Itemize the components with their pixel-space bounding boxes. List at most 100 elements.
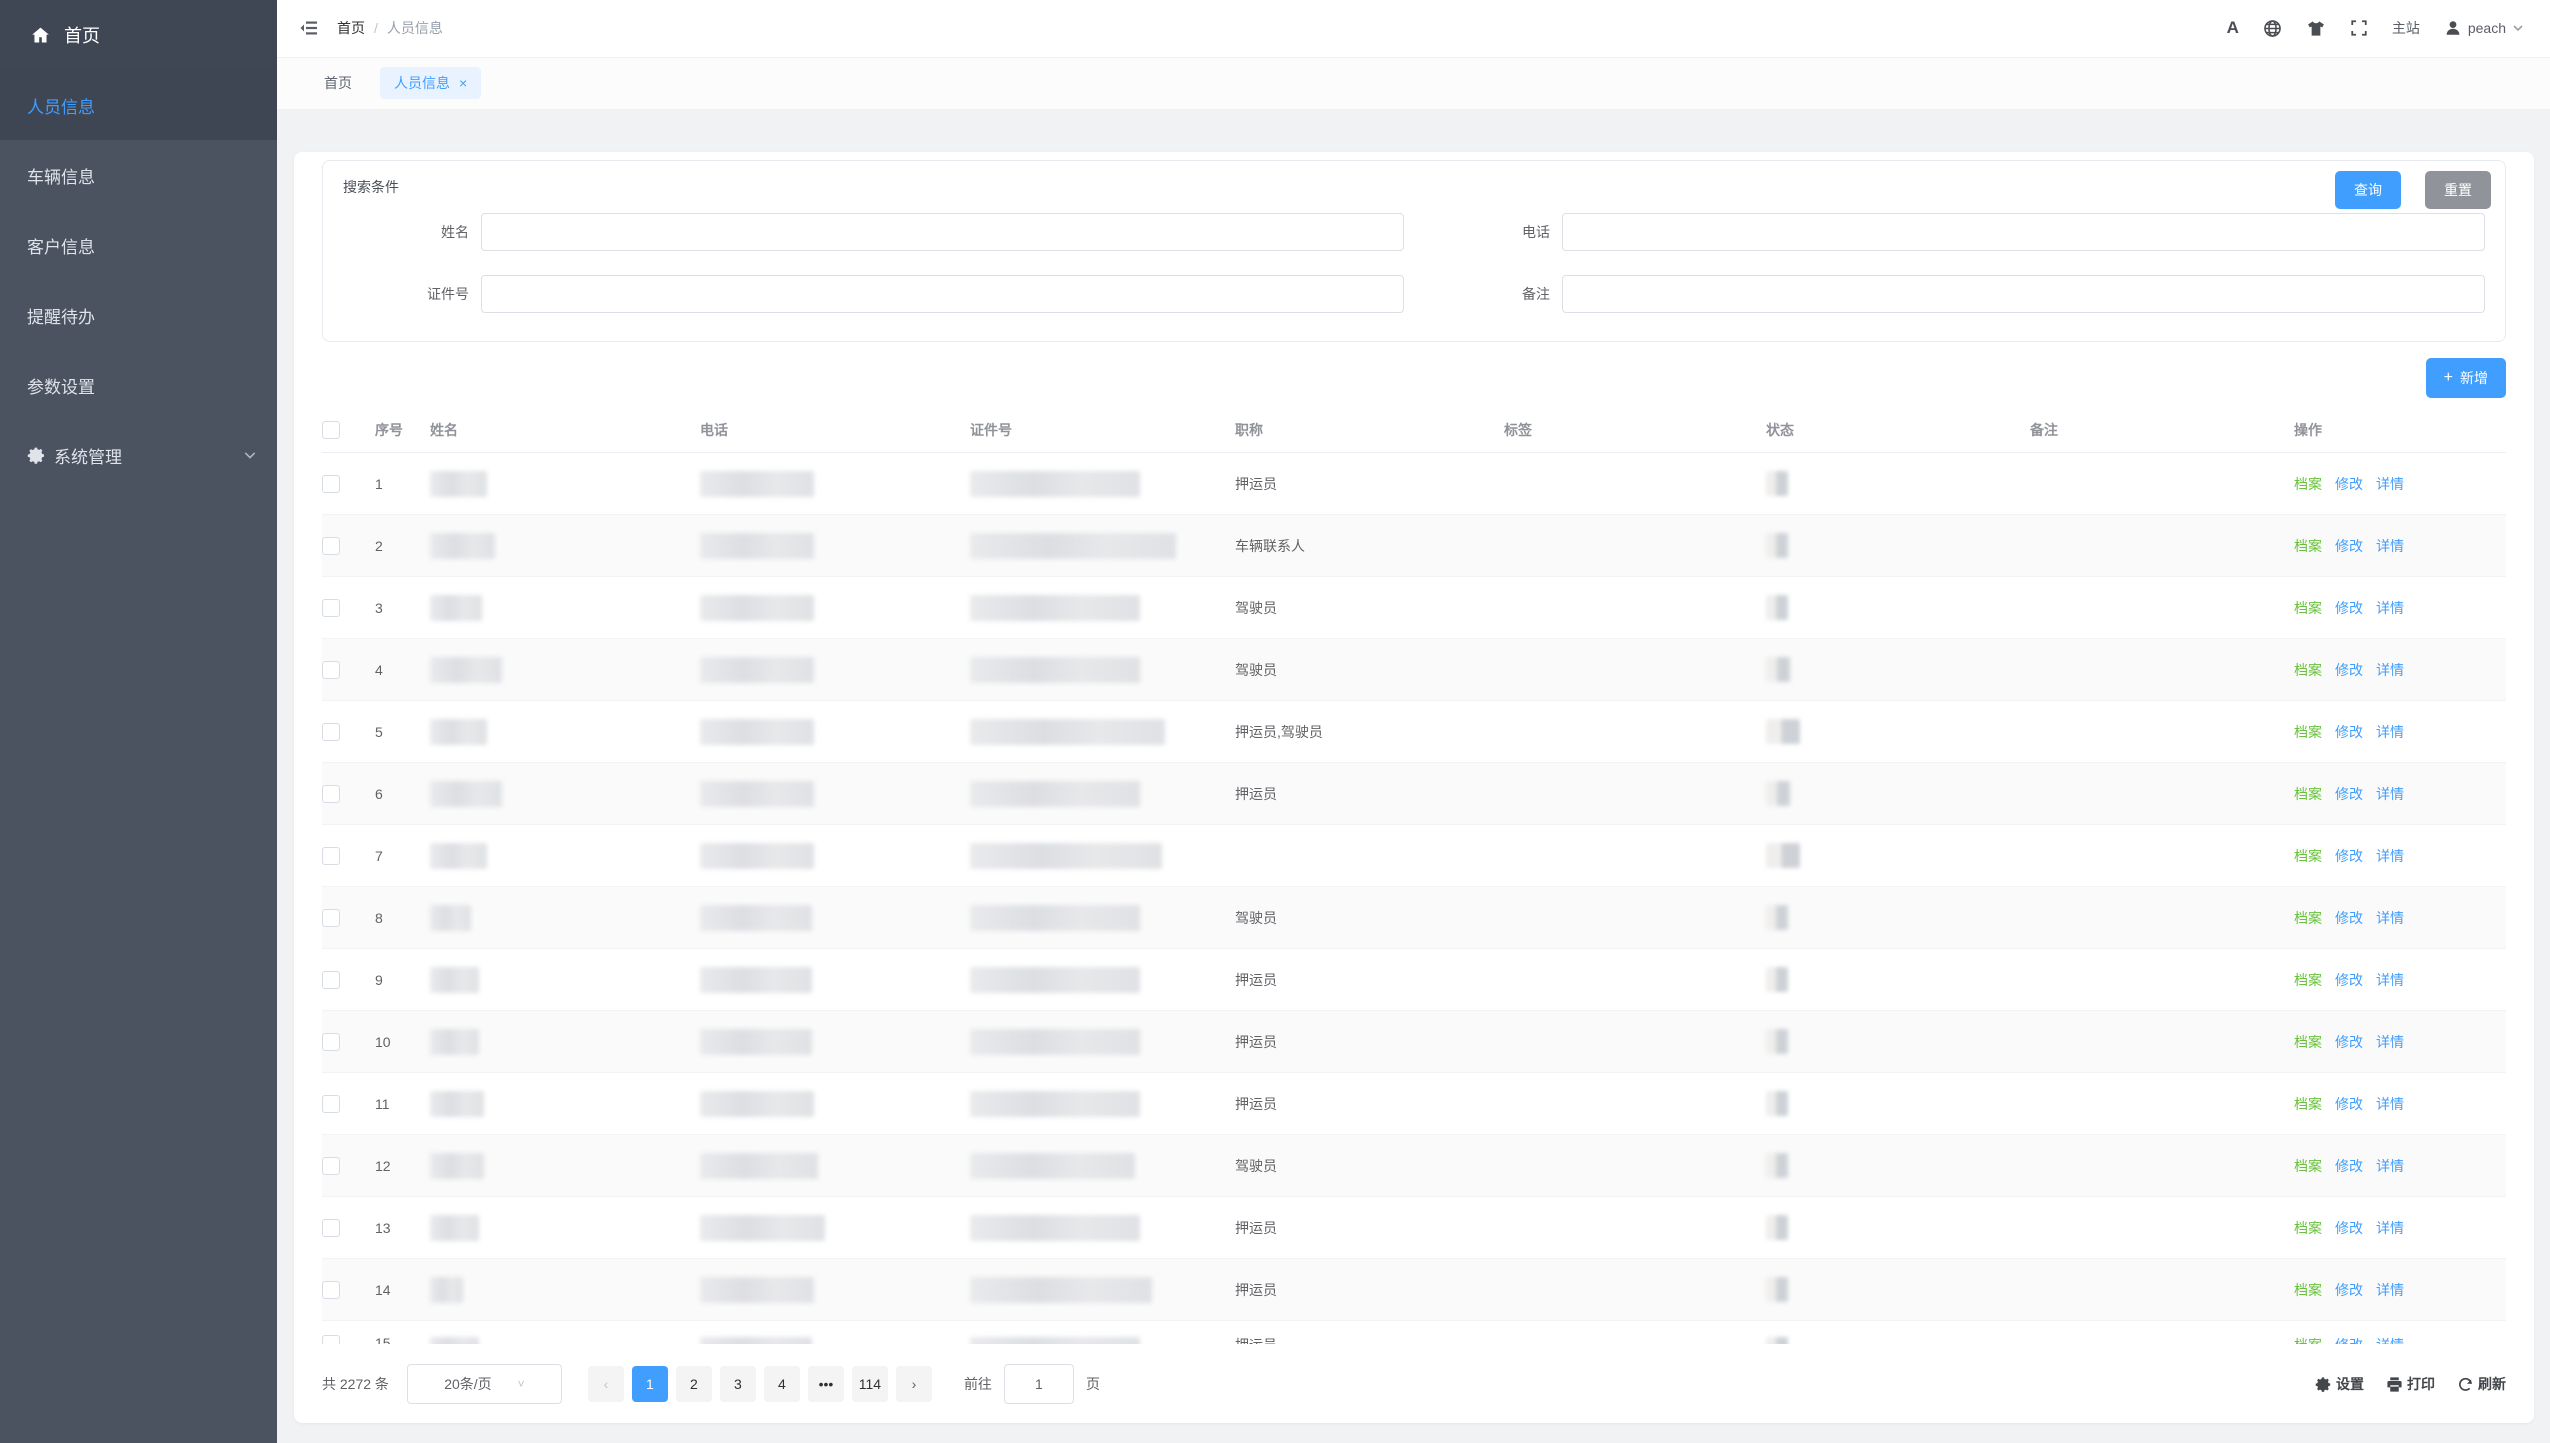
edit-link[interactable]: 修改 xyxy=(2335,536,2363,556)
redacted-value xyxy=(430,905,471,931)
row-checkbox[interactable] xyxy=(322,1033,340,1051)
row-checkbox[interactable] xyxy=(322,785,340,803)
select-all-checkbox[interactable] xyxy=(322,421,340,439)
edit-link[interactable]: 修改 xyxy=(2335,1094,2363,1114)
edit-link[interactable]: 修改 xyxy=(2335,598,2363,618)
tab-personnel[interactable]: 人员信息× xyxy=(380,67,481,99)
sidebar-item-5[interactable]: 参数设置 xyxy=(0,350,277,420)
detail-link[interactable]: 详情 xyxy=(2376,722,2404,742)
archive-link[interactable]: 档案 xyxy=(2294,474,2322,494)
edit-link[interactable]: 修改 xyxy=(2335,970,2363,990)
sidebar-item-1[interactable]: 人员信息 xyxy=(0,70,277,140)
sidebar-item-6[interactable]: 系统管理 xyxy=(0,420,277,490)
row-checkbox[interactable] xyxy=(322,661,340,679)
detail-link[interactable]: 详情 xyxy=(2376,660,2404,680)
settings-tool[interactable]: 设置 xyxy=(2315,1374,2364,1394)
archive-link[interactable]: 档案 xyxy=(2294,970,2322,990)
sidebar-item-2[interactable]: 车辆信息 xyxy=(0,140,277,210)
archive-link[interactable]: 档案 xyxy=(2294,1032,2322,1052)
detail-link[interactable]: 详情 xyxy=(2376,1094,2404,1114)
detail-link[interactable]: 详情 xyxy=(2376,970,2404,990)
page-size-select[interactable]: 20条/页 ˅ xyxy=(407,1364,562,1404)
archive-link[interactable]: 档案 xyxy=(2294,1335,2322,1344)
page-button-3[interactable]: 3 xyxy=(720,1366,756,1402)
next-page-button[interactable]: › xyxy=(896,1366,932,1402)
row-checkbox[interactable] xyxy=(322,1335,340,1344)
reset-button[interactable]: 重置 xyxy=(2425,171,2491,209)
page-ellipsis[interactable]: ••• xyxy=(808,1366,844,1402)
close-icon[interactable]: × xyxy=(459,76,467,90)
detail-link[interactable]: 详情 xyxy=(2376,1032,2404,1052)
print-tool[interactable]: 打印 xyxy=(2386,1374,2435,1394)
row-checkbox[interactable] xyxy=(322,599,340,617)
sidebar-home[interactable]: 首页 xyxy=(0,0,277,70)
row-checkbox[interactable] xyxy=(322,847,340,865)
row-checkbox[interactable] xyxy=(322,723,340,741)
tshirt-icon[interactable] xyxy=(2306,19,2326,38)
page-button-2[interactable]: 2 xyxy=(676,1366,712,1402)
edit-link[interactable]: 修改 xyxy=(2335,660,2363,680)
phone-input[interactable] xyxy=(1562,213,2485,251)
goto-page-input[interactable] xyxy=(1004,1364,1074,1404)
edit-link[interactable]: 修改 xyxy=(2335,1335,2363,1344)
refresh-tool[interactable]: 刷新 xyxy=(2457,1374,2506,1394)
sidebar-item-3[interactable]: 客户信息 xyxy=(0,210,277,280)
row-checkbox[interactable] xyxy=(322,1095,340,1113)
row-checkbox[interactable] xyxy=(322,1157,340,1175)
page-button-114[interactable]: 114 xyxy=(852,1366,888,1402)
idnumber-input[interactable] xyxy=(481,275,1404,313)
user-menu[interactable]: peach xyxy=(2444,19,2524,37)
edit-link[interactable]: 修改 xyxy=(2335,474,2363,494)
add-button[interactable]: + 新增 xyxy=(2426,358,2506,398)
fullscreen-icon[interactable] xyxy=(2350,19,2368,37)
archive-link[interactable]: 档案 xyxy=(2294,722,2322,742)
detail-link[interactable]: 详情 xyxy=(2376,1335,2404,1344)
archive-link[interactable]: 档案 xyxy=(2294,598,2322,618)
tab-home[interactable]: 首页 xyxy=(310,67,366,99)
query-button[interactable]: 查询 xyxy=(2335,171,2401,209)
row-checkbox[interactable] xyxy=(322,1219,340,1237)
row-checkbox[interactable] xyxy=(322,537,340,555)
detail-link[interactable]: 详情 xyxy=(2376,1280,2404,1300)
detail-link[interactable]: 详情 xyxy=(2376,474,2404,494)
archive-link[interactable]: 档案 xyxy=(2294,1156,2322,1176)
detail-link[interactable]: 详情 xyxy=(2376,598,2404,618)
detail-link[interactable]: 详情 xyxy=(2376,1156,2404,1176)
font-size-icon[interactable]: A xyxy=(2227,18,2239,38)
edit-link[interactable]: 修改 xyxy=(2335,1156,2363,1176)
edit-link[interactable]: 修改 xyxy=(2335,1218,2363,1238)
prev-page-button[interactable]: ‹ xyxy=(588,1366,624,1402)
breadcrumb-home[interactable]: 首页 xyxy=(337,18,365,38)
archive-link[interactable]: 档案 xyxy=(2294,1280,2322,1300)
edit-link[interactable]: 修改 xyxy=(2335,722,2363,742)
row-checkbox[interactable] xyxy=(322,909,340,927)
detail-link[interactable]: 详情 xyxy=(2376,846,2404,866)
row-checkbox[interactable] xyxy=(322,971,340,989)
archive-link[interactable]: 档案 xyxy=(2294,846,2322,866)
row-checkbox[interactable] xyxy=(322,475,340,493)
detail-link[interactable]: 详情 xyxy=(2376,536,2404,556)
main-site-link[interactable]: 主站 xyxy=(2392,18,2420,38)
edit-link[interactable]: 修改 xyxy=(2335,1280,2363,1300)
edit-link[interactable]: 修改 xyxy=(2335,1032,2363,1052)
hamburger-fold-icon[interactable] xyxy=(299,18,319,38)
row-checkbox[interactable] xyxy=(322,1281,340,1299)
remark-input[interactable] xyxy=(1562,275,2485,313)
page-button-1[interactable]: 1 xyxy=(632,1366,668,1402)
archive-link[interactable]: 档案 xyxy=(2294,1094,2322,1114)
detail-link[interactable]: 详情 xyxy=(2376,1218,2404,1238)
archive-link[interactable]: 档案 xyxy=(2294,660,2322,680)
detail-link[interactable]: 详情 xyxy=(2376,908,2404,928)
archive-link[interactable]: 档案 xyxy=(2294,1218,2322,1238)
edit-link[interactable]: 修改 xyxy=(2335,784,2363,804)
sidebar-item-4[interactable]: 提醒待办 xyxy=(0,280,277,350)
archive-link[interactable]: 档案 xyxy=(2294,908,2322,928)
edit-link[interactable]: 修改 xyxy=(2335,846,2363,866)
archive-link[interactable]: 档案 xyxy=(2294,784,2322,804)
name-input[interactable] xyxy=(481,213,1404,251)
edit-link[interactable]: 修改 xyxy=(2335,908,2363,928)
archive-link[interactable]: 档案 xyxy=(2294,536,2322,556)
globe-icon[interactable] xyxy=(2263,19,2282,38)
page-button-4[interactable]: 4 xyxy=(764,1366,800,1402)
detail-link[interactable]: 详情 xyxy=(2376,784,2404,804)
